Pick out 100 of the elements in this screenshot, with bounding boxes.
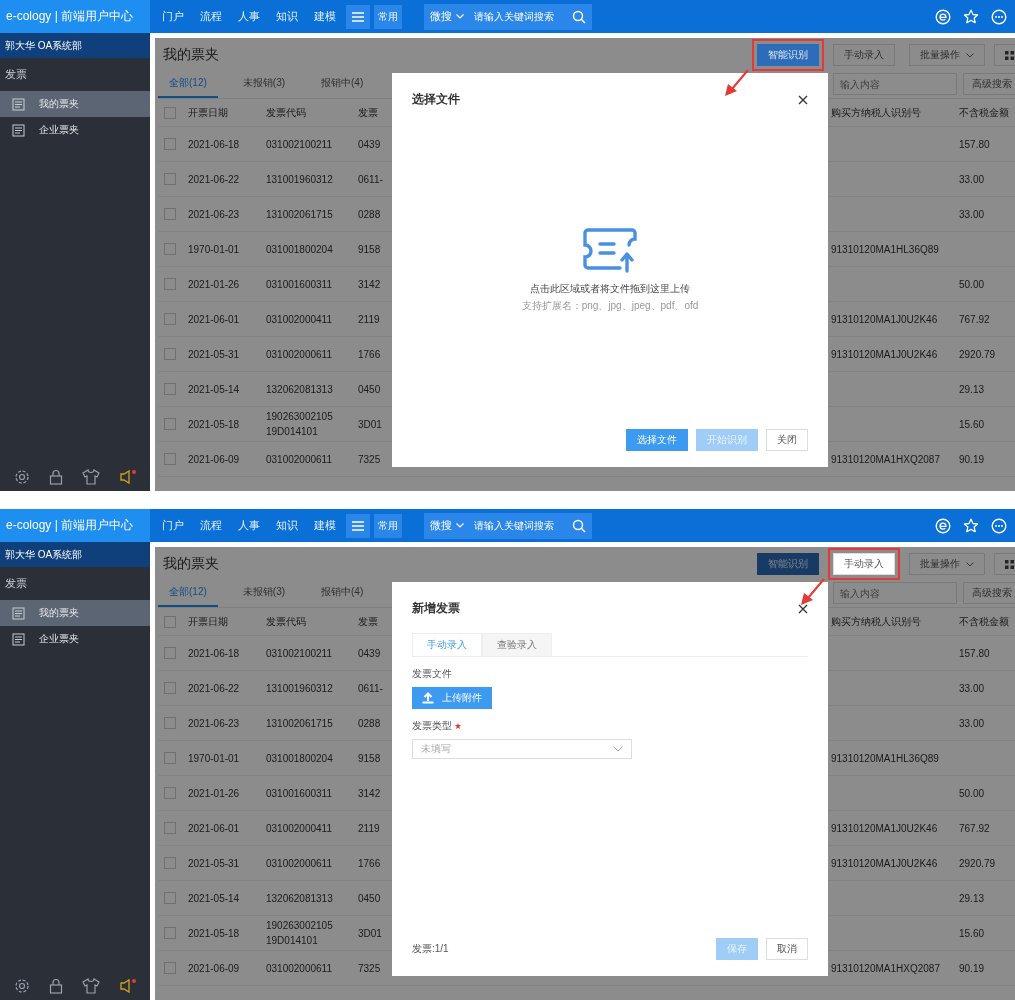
nav-link[interactable]: 知识 [276, 518, 298, 533]
app-logo: e-cology | 前端用户中心 [0, 509, 150, 542]
nav-link[interactable]: 门户 [162, 9, 184, 24]
nav-link[interactable]: 门户 [162, 518, 184, 533]
table-cell: 3142 [358, 787, 381, 799]
action-button[interactable]: 手动录入 [833, 44, 895, 66]
search-field[interactable]: 请输入关键词搜索 [470, 520, 566, 531]
sidebar-item[interactable]: 企业票夹 [0, 117, 150, 143]
table-cell: 2021-01-26 [188, 278, 240, 290]
nav-link[interactable]: 建模 [314, 9, 336, 24]
table-cell: 2021-06-22 [188, 682, 240, 694]
table-cell: 2920.79 [959, 857, 996, 869]
table-cell: 1970-01-01 [188, 243, 240, 255]
table-cell: 33.00 [959, 208, 985, 220]
table-cell-text: 19026300210519D014101 [266, 919, 334, 948]
sidebar-item[interactable]: 我的票夹 [0, 600, 150, 626]
table-cell-text: 131002061715 [266, 716, 334, 731]
dialog-tab[interactable]: 查验录入 [482, 633, 552, 656]
filter-tab[interactable]: 未报销(3) [231, 76, 297, 98]
search-scope-dropdown[interactable]: 微搜 [424, 518, 470, 533]
table-cell: 2021-06-09 [188, 453, 240, 465]
table-cell: 2119 [358, 313, 380, 325]
frequent-button[interactable]: 常用 [374, 4, 402, 29]
nav-link[interactable]: 流程 [200, 518, 222, 533]
nav-link[interactable]: 人事 [238, 518, 260, 533]
upload-drop-area[interactable]: 点击此区域或者将文件拖到这里上传 支持扩展名：png、jpg、jpeg、pdf、ofd [412, 108, 808, 429]
column-header: 不含税金额 [959, 106, 1009, 118]
dialog-tab[interactable]: 手动录入 [412, 633, 482, 656]
table-cell: 2021-05-31 [188, 857, 240, 869]
filter-tab[interactable]: 报销中(4) [310, 585, 375, 607]
table-cell: 91310120MA1J0U2K46 [831, 857, 938, 869]
table-cell: 2021-06-01 [188, 313, 240, 325]
table-cell-text: 031002000411 [266, 821, 333, 836]
table-cell: 1766 [358, 857, 381, 869]
column-header: 发票代码 [266, 106, 306, 118]
dialog-button[interactable]: 选择文件 [626, 429, 688, 451]
table-cell: 2021-06-22 [188, 173, 240, 185]
search-field[interactable]: 请输入关键词搜索 [470, 11, 566, 22]
filter-tab[interactable]: 未报销(3) [231, 585, 297, 607]
app-logo: e-cology | 前端用户中心 [0, 0, 150, 33]
table-cell-text: 031002100211 [266, 137, 333, 152]
action-button[interactable]: 批量操作 [909, 44, 985, 66]
table-cell: 7325 [358, 962, 381, 974]
column-header: 不含税金额 [959, 615, 1009, 627]
table-cell: 0450 [358, 892, 381, 904]
nav-link[interactable]: 建模 [314, 518, 336, 533]
sidebar-item[interactable]: 我的票夹 [0, 91, 150, 117]
filter-tab[interactable]: 报销中(4) [310, 76, 375, 98]
upload-prompt: 点击此区域或者将文件拖到这里上传 [530, 281, 690, 296]
table-cell: 33.00 [959, 717, 985, 729]
action-button[interactable]: 手动录入 [833, 553, 895, 575]
action-button[interactable]: 批量操作 [909, 553, 985, 575]
dialog-button[interactable]: 关闭 [766, 429, 808, 451]
table-cell: 0439 [358, 647, 381, 659]
filter-search-field[interactable]: 输入内容 [833, 73, 957, 95]
table-cell-text: 031002000611 [266, 856, 333, 871]
table-cell: 2021-05-18 [188, 418, 240, 430]
filter-search-field[interactable]: 输入内容 [833, 582, 957, 604]
table-cell: 7325 [358, 453, 381, 465]
table-cell: 0288 [358, 208, 381, 220]
dialog-button[interactable]: 取消 [766, 938, 808, 960]
table-cell: 2021-05-14 [188, 892, 240, 904]
action-button[interactable]: 智能识别 [757, 553, 819, 575]
action-button[interactable]: 智能识别 [757, 44, 819, 66]
table-cell-text: 131002061715 [266, 207, 334, 222]
table-cell: 15.60 [959, 927, 985, 939]
select-field[interactable]: 未填写 [412, 739, 632, 759]
user-bar: 郭大华 OA系统部 [0, 33, 150, 58]
page-title: 我的票夹 [162, 46, 219, 64]
advanced-search-button[interactable]: 高级搜索 [963, 73, 1015, 95]
table-cell: 91310120MA1J0U2K46 [831, 822, 938, 834]
table-cell: 2021-05-14 [188, 383, 240, 395]
table-cell: 9158 [358, 243, 381, 255]
table-cell: 90.19 [959, 962, 985, 974]
table-cell-text: 031002000611 [266, 452, 333, 467]
advanced-search-button[interactable]: 高级搜索 [963, 582, 1015, 604]
table-cell: 91310120MA1J0U2K46 [831, 348, 938, 360]
frequent-button[interactable]: 常用 [374, 513, 402, 538]
table-cell-text: 031002000611 [266, 347, 333, 362]
filter-tab[interactable]: 全部(12) [158, 585, 218, 607]
table-cell-text: 031001600311 [266, 277, 333, 292]
nav-link[interactable]: 人事 [238, 9, 260, 24]
upload-button[interactable]: 上传附件 [412, 687, 492, 709]
nav-link[interactable]: 知识 [276, 9, 298, 24]
column-header: 发票代码 [266, 615, 306, 627]
table-cell-text: 031002000411 [266, 312, 333, 327]
table-cell: 91310120MA1J0U2K46 [831, 313, 938, 325]
sidebar-section-title: 发票 [4, 576, 28, 591]
dialog-title: 选择文件 [412, 91, 460, 108]
nav-link[interactable]: 流程 [200, 9, 222, 24]
search-scope-dropdown[interactable]: 微搜 [424, 9, 470, 24]
table-cell: 2021-05-31 [188, 348, 240, 360]
upload-hint: 支持扩展名：png、jpg、jpeg、pdf、ofd [521, 298, 699, 313]
table-cell: 2920.79 [959, 348, 996, 360]
table-cell: 157.80 [959, 138, 990, 150]
table-cell: 2021-06-23 [188, 717, 240, 729]
table-cell: 157.80 [959, 647, 990, 659]
filter-tab[interactable]: 全部(12) [158, 76, 218, 98]
sidebar-item[interactable]: 企业票夹 [0, 626, 150, 652]
table-cell-text: 131001960312 [266, 172, 334, 187]
